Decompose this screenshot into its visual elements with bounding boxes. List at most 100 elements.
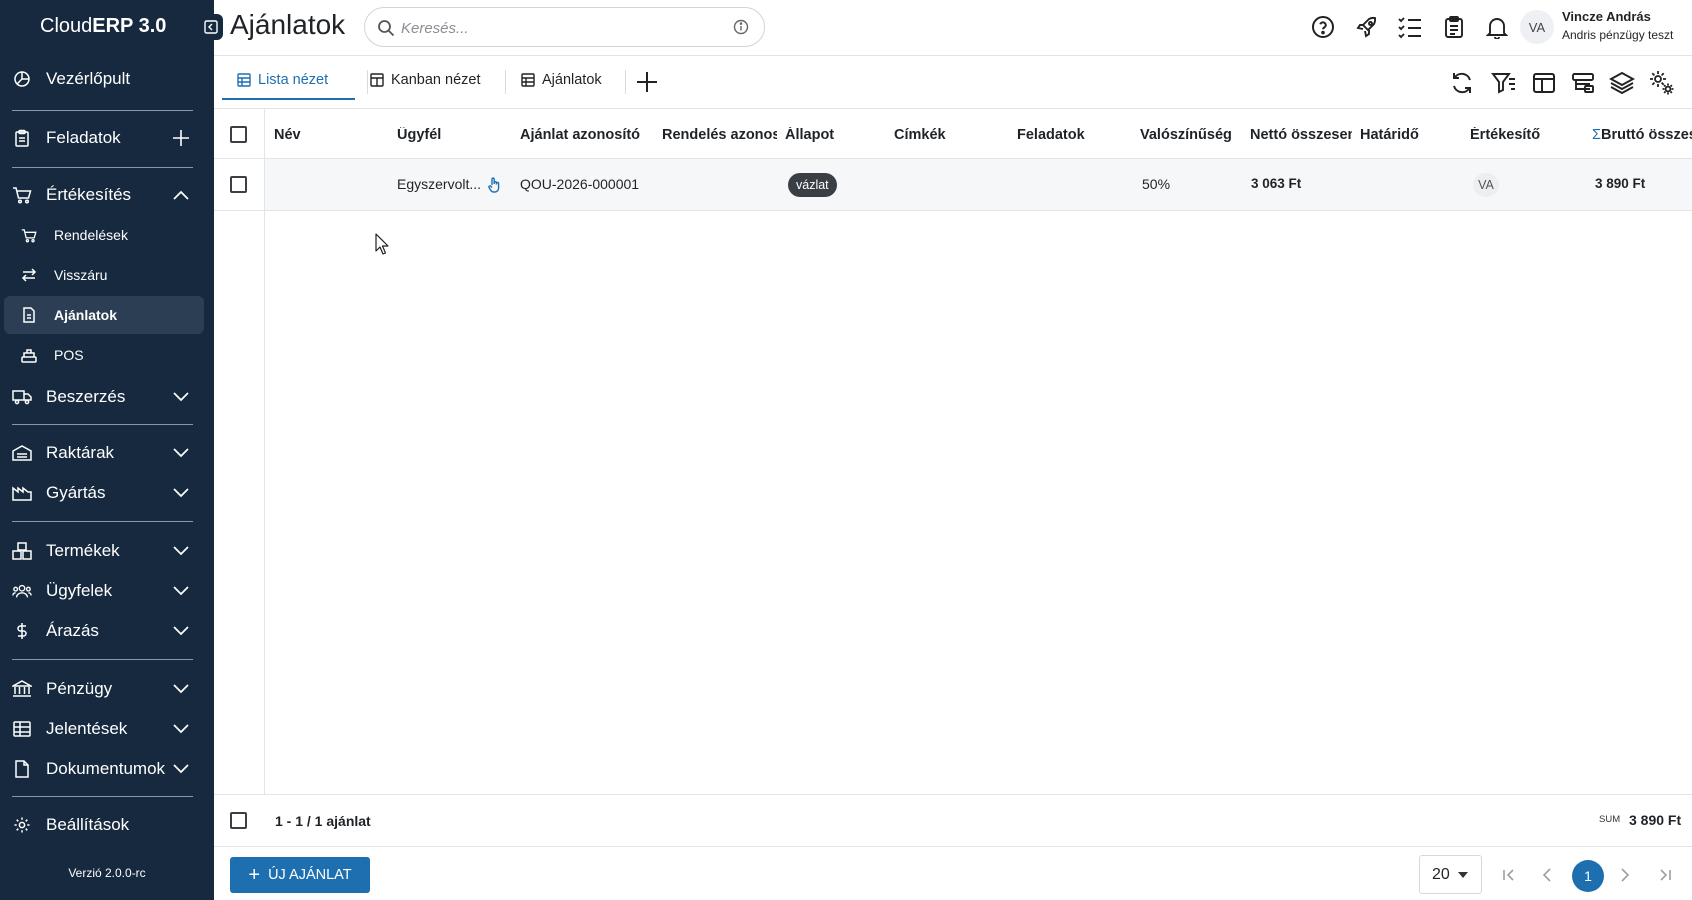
checklist-icon[interactable] (1397, 14, 1423, 40)
chevron-up-icon (172, 186, 190, 204)
sidebar-item-reports[interactable]: Jelentések (0, 709, 214, 749)
group-by-icon[interactable] (1569, 69, 1597, 97)
pointer-hand-icon[interactable] (488, 177, 501, 193)
boxes-icon (12, 541, 32, 561)
column-header-offer-id[interactable]: Ajánlat azonosító (520, 127, 652, 143)
sidebar-divider (12, 659, 193, 660)
clipboard-list-icon[interactable] (1441, 14, 1467, 40)
tab-kanban-view[interactable]: Kanban nézet (369, 60, 481, 100)
search-icon (377, 19, 395, 37)
sidebar-divider (12, 521, 193, 522)
column-header-tasks[interactable]: Feladatok (1017, 127, 1127, 143)
sidebar-item-customers[interactable]: Ügyfelek (0, 571, 214, 611)
sidebar-item-documents[interactable]: Dokumentumok (0, 749, 214, 789)
sidebar-item-finance[interactable]: Pénzügy (0, 669, 214, 709)
tab-offers[interactable]: Ajánlatok (520, 60, 602, 100)
tab-list-view[interactable]: Lista nézet (236, 60, 328, 100)
new-offer-button[interactable]: + ÚJ AJÁNLAT (230, 857, 370, 893)
filter-icon[interactable] (1490, 69, 1518, 97)
column-header-customer[interactable]: Ügyfél (397, 127, 507, 143)
first-page-button[interactable] (1496, 862, 1522, 888)
sidebar-item-returns[interactable]: Visszáru (4, 256, 204, 294)
footer-select-checkbox[interactable] (230, 812, 247, 829)
sidebar-divider (12, 424, 193, 425)
chevron-down-icon (172, 484, 190, 502)
refresh-icon[interactable] (1448, 69, 1476, 97)
chevron-down-icon (172, 582, 190, 600)
brand-bold: ERP 3.0 (92, 15, 167, 37)
select-all-checkbox[interactable] (230, 126, 247, 143)
columns-icon[interactable] (1530, 69, 1558, 97)
add-view-button[interactable] (635, 70, 659, 94)
layers-icon[interactable] (1608, 69, 1636, 97)
column-header-status[interactable]: Állapot (785, 127, 885, 143)
new-offer-label: ÚJ AJÁNLAT (268, 867, 352, 883)
brand-title[interactable]: CloudERP 3.0 (40, 15, 166, 38)
chevron-down-icon (172, 542, 190, 560)
user-avatar[interactable]: VA (1520, 10, 1554, 44)
bank-icon (12, 679, 32, 699)
column-header-tags[interactable]: Címkék (894, 127, 1004, 143)
user-name[interactable]: Vincze András (1562, 9, 1651, 24)
column-header-name[interactable]: Név (274, 127, 384, 143)
sidebar-item-label: Raktárak (46, 443, 115, 462)
sidebar-item-offers[interactable]: Ajánlatok (4, 296, 204, 334)
bell-icon[interactable] (1484, 14, 1510, 40)
search-box[interactable] (364, 7, 765, 47)
info-icon[interactable] (733, 19, 749, 35)
sidebar-item-label: Vezérlőpult (46, 69, 131, 88)
cell-customer[interactable]: Egyszervolt... (397, 176, 481, 192)
column-header-net-total[interactable]: Nettó összesen (1250, 127, 1352, 143)
sidebar-item-pos[interactable]: POS (4, 336, 204, 374)
sidebar-item-warehouses[interactable]: Raktárak (0, 433, 214, 473)
sidebar-item-products[interactable]: Termékek (0, 531, 214, 571)
plus-icon (636, 71, 658, 93)
user-organization[interactable]: Andris pénzügy teszt (1562, 28, 1673, 42)
sidebar-item-purchasing[interactable]: Beszerzés (0, 377, 214, 417)
sidebar-item-pricing[interactable]: Árazás (0, 611, 214, 651)
sidebar-item-label: Dokumentumok (46, 759, 166, 778)
sidebar-item-label: Gyártás (46, 483, 106, 502)
gear-icon (12, 815, 32, 835)
chevron-down-icon (172, 720, 190, 738)
column-header-order-id[interactable]: Rendelés azonosító (662, 127, 777, 143)
sidebar-item-sales[interactable]: Értékesítés (0, 175, 214, 215)
sidebar-item-label: Beszerzés (46, 387, 126, 406)
help-icon[interactable] (1310, 14, 1336, 40)
sidebar-item-label: Visszáru (54, 267, 108, 283)
next-page-button[interactable] (1612, 862, 1638, 888)
collapse-sidebar-button[interactable] (199, 14, 223, 40)
rocket-icon[interactable] (1354, 14, 1380, 40)
sidebar-item-orders[interactable]: Rendelések (4, 216, 204, 254)
settings-gears-icon[interactable] (1648, 69, 1676, 97)
sidebar-item-label: Jelentések (46, 719, 128, 738)
file-icon (12, 759, 32, 779)
truck-icon (12, 387, 32, 407)
sidebar-item-settings[interactable]: Beállítások (0, 805, 214, 845)
sidebar-item-tasks[interactable]: Feladatok (0, 118, 214, 158)
search-input[interactable] (401, 16, 721, 40)
current-page[interactable]: 1 (1572, 860, 1604, 892)
column-header-salesperson[interactable]: Értékesítő (1470, 127, 1580, 143)
chevron-left-icon (1542, 868, 1552, 882)
column-header-probability[interactable]: Valószínűség (1140, 127, 1240, 143)
column-header-gross-total-label: Bruttó összesen (1600, 127, 1692, 143)
clipboard-icon (12, 128, 32, 148)
chevron-right-icon (1620, 868, 1630, 882)
previous-page-button[interactable] (1534, 862, 1560, 888)
list-table-icon (236, 72, 252, 88)
add-task-icon[interactable] (172, 129, 190, 147)
sidebar-item-manufacturing[interactable]: Gyártás (0, 473, 214, 513)
sidebar-item-dashboard[interactable]: Vezérlőpult (0, 59, 214, 99)
column-header-deadline[interactable]: Határidő (1360, 127, 1460, 143)
row-checkbox[interactable] (230, 176, 247, 193)
users-icon (12, 581, 32, 601)
sidebar-item-label: Pénzügy (46, 679, 113, 698)
last-page-button[interactable] (1652, 862, 1678, 888)
column-header-gross-total[interactable]: ΣBruttó összesen (1592, 127, 1692, 143)
chevron-down-icon (172, 680, 190, 698)
page-size-select[interactable]: 20 (1419, 855, 1482, 894)
tab-separator (505, 70, 506, 94)
collapse-icon (204, 20, 218, 34)
sum-symbol: Σ (1592, 127, 1601, 143)
